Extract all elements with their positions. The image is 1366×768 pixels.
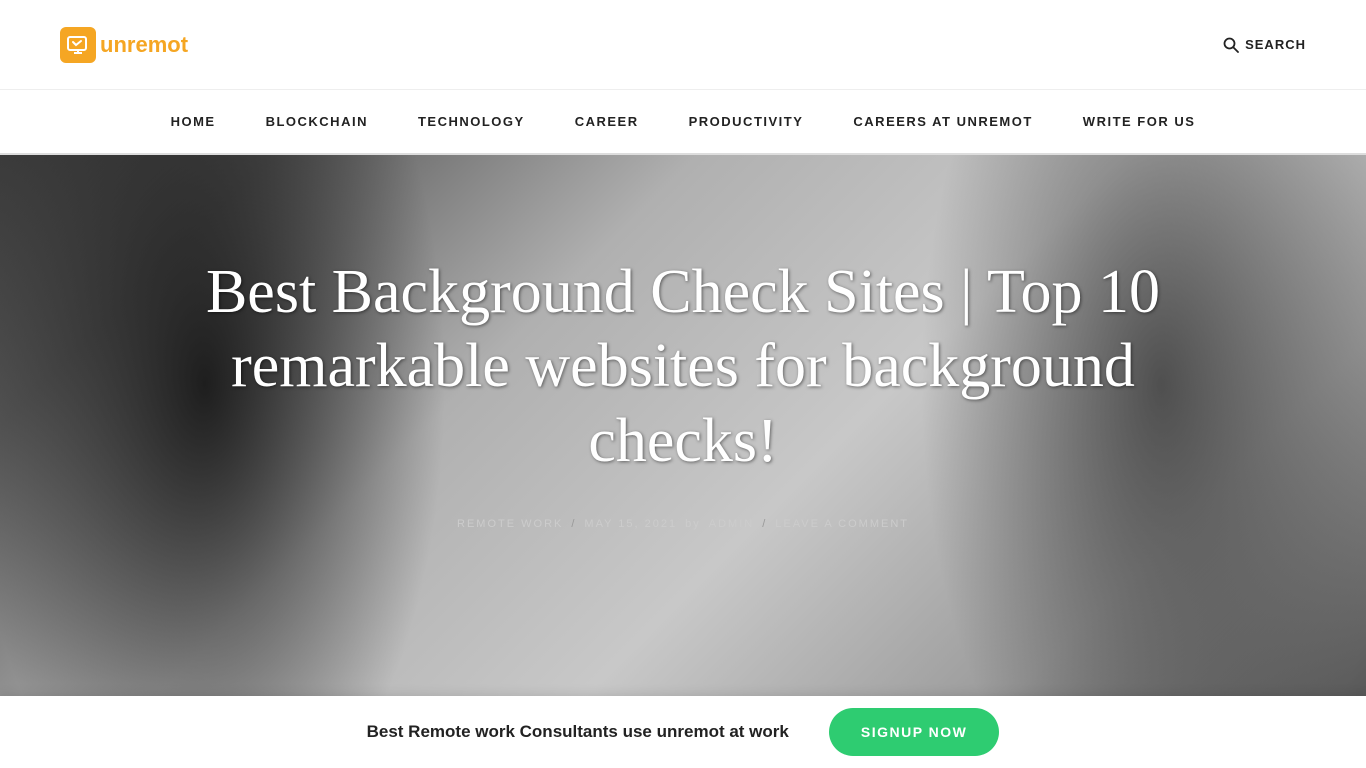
nav-item-write-for-us[interactable]: WRITE FOR US (1083, 114, 1196, 129)
site-logo[interactable]: unremot (60, 27, 188, 63)
meta-author[interactable]: ADMIN (709, 518, 754, 530)
meta-comment-link[interactable]: LEAVE A COMMENT (775, 518, 909, 530)
cta-bar: Best Remote work Consultants use unremot… (0, 696, 1366, 768)
nav-item-productivity[interactable]: PRODUCTIVITY (689, 114, 804, 129)
hero-content: Best Background Check Sites | Top 10 rem… (0, 155, 1366, 530)
logo-un: un (100, 32, 127, 57)
nav-item-career[interactable]: CAREER (575, 114, 639, 129)
meta-date: MAY 15, 2021 (584, 518, 677, 530)
nav-item-careers-at-unremot[interactable]: CAREERS AT UNREMOT (853, 114, 1032, 129)
site-header: unremot SEARCH (0, 0, 1366, 90)
hero-meta: REMOTE WORK / MAY 15, 2021 by ADMIN / LE… (457, 518, 909, 530)
nav-item-home[interactable]: HOME (171, 114, 216, 129)
hero-title: Best Background Check Sites | Top 10 rem… (200, 255, 1166, 478)
logo-icon (60, 27, 96, 63)
meta-sep-2: / (762, 518, 767, 530)
meta-author-prefix: by (685, 518, 701, 530)
main-nav: HOME BLOCKCHAIN TECHNOLOGY CAREER PRODUC… (0, 90, 1366, 155)
logo-text: unremot (100, 32, 188, 58)
search-label: SEARCH (1245, 37, 1306, 52)
search-icon (1223, 37, 1239, 53)
cta-text: Best Remote work Consultants use unremot… (367, 722, 789, 742)
nav-item-technology[interactable]: TECHNOLOGY (418, 114, 525, 129)
search-button[interactable]: SEARCH (1223, 37, 1306, 53)
meta-sep-1: / (571, 518, 576, 530)
logo-remot: remot (127, 32, 188, 57)
nav-item-blockchain[interactable]: BLOCKCHAIN (266, 114, 368, 129)
signup-button[interactable]: SIGNUP NOW (829, 708, 1000, 756)
meta-category[interactable]: REMOTE WORK (457, 518, 563, 530)
